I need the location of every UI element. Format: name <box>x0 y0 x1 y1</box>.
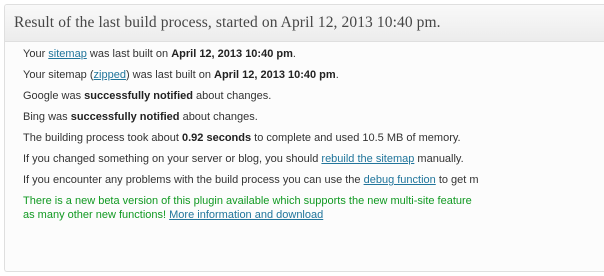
text-prefix: If you encounter any problems with the b… <box>23 174 364 186</box>
panel-body: Your sitemap was last built on April 12,… <box>5 42 604 221</box>
panel-title: Result of the last build process, starte… <box>14 14 441 31</box>
status-bold: successfully notified <box>70 111 180 123</box>
text-prefix: Google was <box>23 90 85 102</box>
text-suffix: about changes. <box>192 90 272 102</box>
text-suffix: manually. <box>414 153 464 165</box>
text-prefix: Your sitemap ( <box>23 69 94 81</box>
build-timing-line: The building process took about 0.92 sec… <box>23 133 604 144</box>
debug-function-link[interactable]: debug function <box>364 174 436 186</box>
text-suffix: about changes. <box>179 111 258 123</box>
rebuild-sitemap-link[interactable]: rebuild the sitemap <box>321 153 414 165</box>
sitemap-link[interactable]: sitemap <box>48 48 87 60</box>
text-prefix: Your <box>23 48 49 60</box>
beta-notice-line-1: There is a new beta version of this plug… <box>23 195 472 207</box>
more-information-link[interactable]: More information and download <box>169 209 323 221</box>
text-prefix: If you changed something on your server … <box>23 153 322 165</box>
zipped-built-line: Your sitemap (zipped) was last built on … <box>23 70 604 81</box>
text-middle: was last built on <box>86 48 172 60</box>
bing-notified-line: Bing was successfully notified about cha… <box>23 112 604 123</box>
rebuild-hint-line: If you changed something on your server … <box>23 154 604 165</box>
google-notified-line: Google was successfully notified about c… <box>23 91 604 102</box>
text-prefix: Bing was <box>23 111 71 123</box>
build-date: April 12, 2013 10:40 pm <box>214 69 336 81</box>
text-prefix: as many other new functions! <box>23 209 170 221</box>
build-date: April 12, 2013 10:40 pm <box>171 48 293 60</box>
text-suffix: . <box>292 48 296 60</box>
text-suffix: to complete and used 10.5 MB of memory. <box>251 132 461 144</box>
build-result-panel: Result of the last build process, starte… <box>4 4 604 272</box>
text-suffix: . <box>335 69 339 81</box>
beta-notice-line-2: as many other new functions! More inform… <box>23 210 604 221</box>
sitemap-built-line: Your sitemap was last built on April 12,… <box>23 49 604 60</box>
panel-header: Result of the last build process, starte… <box>5 5 604 42</box>
text-prefix: The building process took about <box>23 132 182 144</box>
text-middle: ) was last built on <box>125 69 214 81</box>
debug-hint-line: If you encounter any problems with the b… <box>23 175 604 186</box>
beta-notice: There is a new beta version of this plug… <box>23 196 604 221</box>
duration-bold: 0.92 seconds <box>182 132 252 144</box>
status-bold: successfully notified <box>84 90 193 102</box>
text-suffix: to get m <box>435 174 479 186</box>
zipped-sitemap-link[interactable]: zipped <box>94 69 126 81</box>
